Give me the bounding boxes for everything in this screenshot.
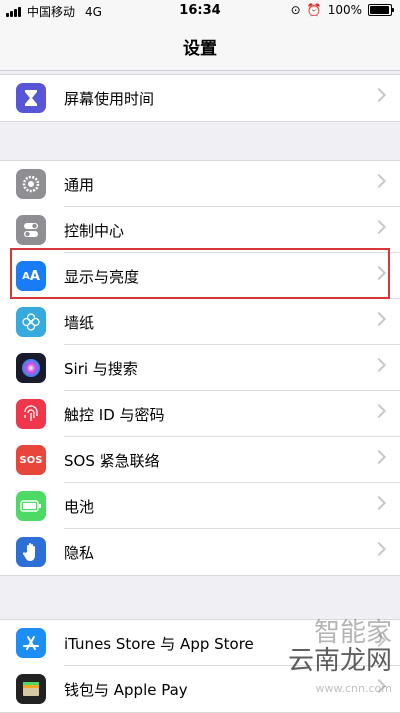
row-label: 触控 ID 与密码 [64,406,165,424]
siri-icon [16,353,46,383]
chevron-right-icon [371,495,387,511]
row-touch-id[interactable]: 触控 ID 与密码 [0,391,400,437]
flower-icon [16,307,46,337]
row-label: 钱包与 Apple Pay [64,681,188,699]
row-label: 通用 [64,176,95,194]
row-control-center[interactable]: 控制中心 [0,207,400,253]
row-label: SOS 紧急联络 [64,452,160,470]
chevron-right-icon [371,357,387,373]
page-title: 设置 [183,39,217,59]
chevron-right-icon [371,449,387,465]
row-sos[interactable]: SOS SOS 紧急联络 [0,437,400,483]
status-right: ⊙ ⏰ 100% [290,3,394,17]
chevron-right-icon [371,87,387,103]
row-privacy[interactable]: 隐私 [0,529,400,575]
rotation-lock-icon: ⊙ [290,3,301,17]
settings-group-main: 通用 控制中心 AA 显示与亮度 墙纸 Siri 与搜索 触控 ID 与密码 S… [0,160,400,576]
wallet-icon [16,674,46,704]
battery-icon [368,4,394,16]
watermark-line3: www.cnn.com [315,682,392,695]
hourglass-icon [16,83,46,113]
row-screen-time[interactable]: 屏幕使用时间 [0,75,400,121]
watermark-line1: 智能家 [313,618,392,648]
row-label: iTunes Store 与 App Store [64,635,254,653]
row-label: 显示与亮度 [64,268,140,286]
row-siri[interactable]: Siri 与搜索 [0,345,400,391]
row-battery[interactable]: 电池 [0,483,400,529]
row-label: 屏幕使用时间 [64,90,155,108]
row-display-brightness[interactable]: AA 显示与亮度 [0,253,400,299]
row-general[interactable]: 通用 [0,161,400,207]
row-label: 墙纸 [64,314,95,332]
sos-icon: SOS [16,445,46,475]
chevron-right-icon [371,173,387,189]
watermark: 智能家 云南龙网 www.cnn.com [288,619,392,703]
row-label: 隐私 [64,544,95,562]
nav-bar: 设置 [0,22,400,71]
app-store-icon [16,628,46,658]
fingerprint-icon [16,399,46,429]
chevron-right-icon [371,403,387,419]
chevron-right-icon [371,541,387,557]
chevron-right-icon [371,219,387,235]
row-wallpaper[interactable]: 墙纸 [0,299,400,345]
sos-icon-text: SOS [19,454,43,466]
battery-percent: 100% [327,3,362,17]
status-bar: 中国移动 4G 16:34 ⊙ ⏰ 100% [0,0,400,22]
alarm-icon: ⏰ [306,3,322,17]
settings-group-screen-time: 屏幕使用时间 [0,74,400,122]
toggles-icon [16,215,46,245]
row-label: Siri 与搜索 [64,360,138,378]
text-size-icon: AA [16,261,46,291]
chevron-right-icon [371,265,387,281]
battery-icon [16,491,46,521]
row-label: 控制中心 [64,222,125,240]
watermark-line2: 云南龙网 [287,646,392,676]
hand-icon [16,537,46,567]
chevron-right-icon [371,311,387,327]
row-label: 电池 [64,498,95,516]
gear-icon [16,169,46,199]
